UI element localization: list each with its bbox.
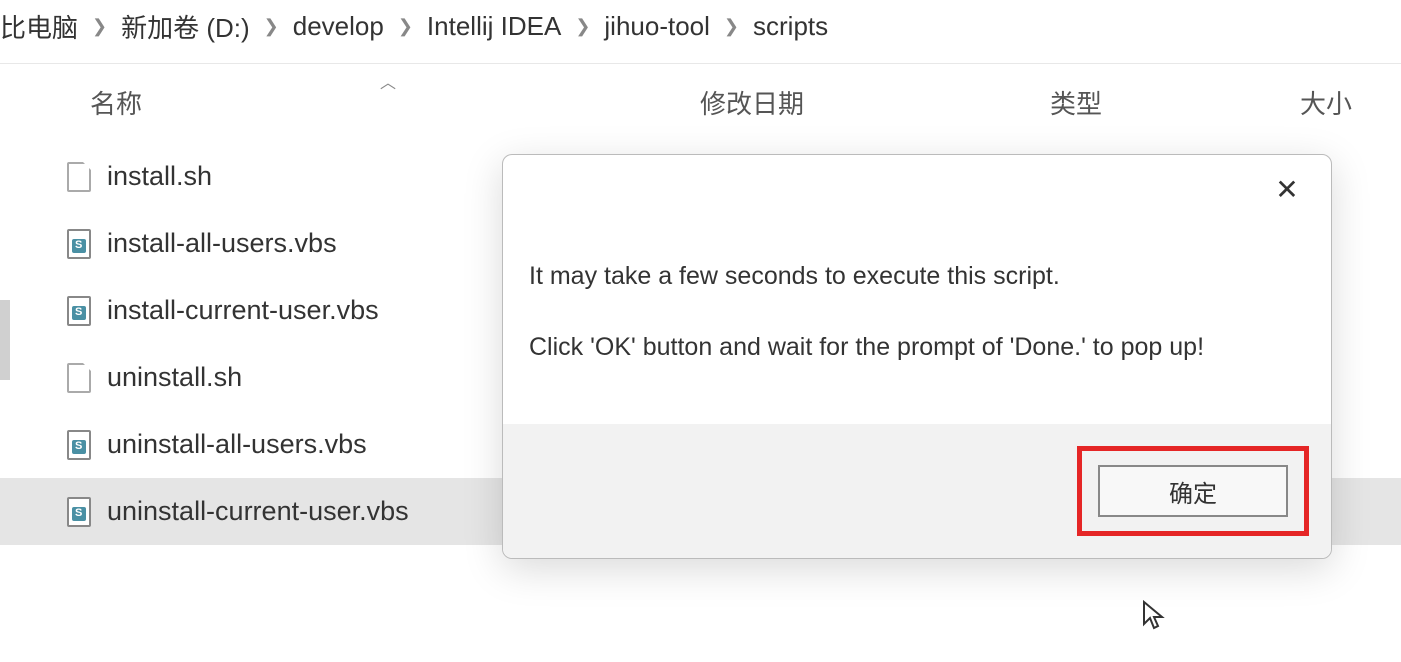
ok-button[interactable]: 确定 <box>1098 465 1288 517</box>
vbs-file-icon <box>65 227 93 261</box>
breadcrumb-item[interactable]: develop <box>293 11 384 42</box>
sort-caret-icon[interactable]: ︿ <box>380 69 396 93</box>
column-header-name[interactable]: 名称 <box>0 84 700 121</box>
breadcrumb: 比电脑 ❯ 新加卷 (D:) ❯ develop ❯ Intellij IDEA… <box>0 0 1401 64</box>
vbs-file-icon <box>65 495 93 529</box>
column-header-date[interactable]: 修改日期 <box>700 84 1050 121</box>
file-name: install-all-users.vbs <box>107 228 337 259</box>
breadcrumb-item[interactable]: jihuo-tool <box>604 11 710 42</box>
dialog-header: ✕ <box>503 155 1331 209</box>
chevron-right-icon: ❯ <box>398 16 413 37</box>
dialog-body: It may take a few seconds to execute thi… <box>503 209 1331 424</box>
dialog-footer: 确定 <box>503 424 1331 558</box>
file-name: uninstall-current-user.vbs <box>107 496 409 527</box>
chevron-right-icon: ❯ <box>264 16 279 37</box>
sidebar-scroll-indicator[interactable] <box>0 300 10 380</box>
column-header-size[interactable]: 大小 <box>1300 84 1401 121</box>
chevron-right-icon: ❯ <box>724 16 739 37</box>
column-header-type[interactable]: 类型 <box>1050 84 1300 121</box>
breadcrumb-item[interactable]: 比电脑 <box>0 8 78 45</box>
breadcrumb-item[interactable]: scripts <box>753 11 828 42</box>
dialog-text-line2: Click 'OK' button and wait for the promp… <box>529 330 1305 365</box>
vbs-file-icon <box>65 428 93 462</box>
file-name: install-current-user.vbs <box>107 295 379 326</box>
file-name: install.sh <box>107 161 212 192</box>
cursor-icon <box>1142 600 1166 637</box>
file-icon <box>65 361 93 395</box>
file-icon <box>65 160 93 194</box>
breadcrumb-item[interactable]: 新加卷 (D:) <box>121 8 250 45</box>
message-dialog: ✕ It may take a few seconds to execute t… <box>502 154 1332 559</box>
chevron-right-icon: ❯ <box>92 16 107 37</box>
dialog-text-line1: It may take a few seconds to execute thi… <box>529 259 1305 294</box>
file-name: uninstall-all-users.vbs <box>107 429 367 460</box>
file-name: uninstall.sh <box>107 362 242 393</box>
close-icon[interactable]: ✕ <box>1267 169 1307 209</box>
ok-button-highlight: 确定 <box>1077 446 1309 536</box>
vbs-file-icon <box>65 294 93 328</box>
breadcrumb-item[interactable]: Intellij IDEA <box>427 11 561 42</box>
column-headers: ︿ 名称 修改日期 类型 大小 <box>0 64 1401 143</box>
chevron-right-icon: ❯ <box>575 16 590 37</box>
